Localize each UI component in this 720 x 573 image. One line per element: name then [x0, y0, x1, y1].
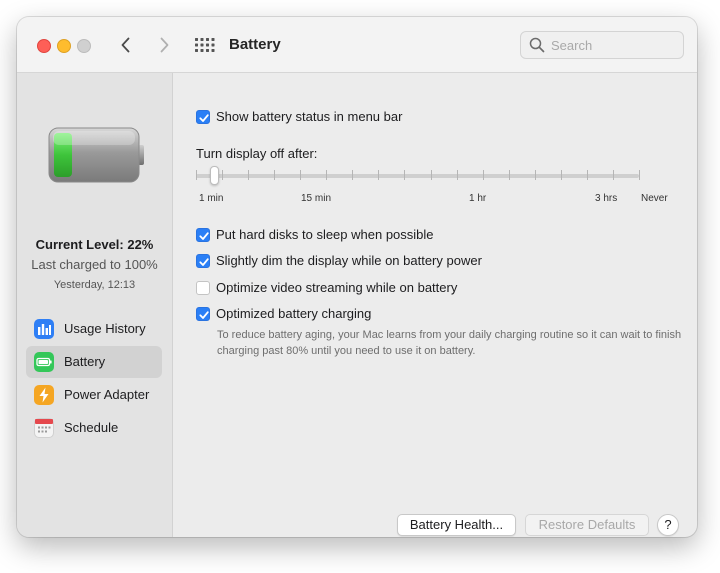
slider-tick [560, 170, 562, 180]
restore-defaults-button[interactable]: Restore Defaults [525, 514, 649, 536]
zoom-button[interactable] [77, 39, 91, 53]
slider-tick [534, 170, 536, 180]
slider-tick [612, 170, 614, 180]
checkmark-icon [199, 114, 209, 122]
tick-label-1-min: 1 min [199, 193, 224, 204]
dim-display-checkbox[interactable] [196, 254, 210, 268]
slider-tick [430, 170, 432, 180]
slider-tick [222, 170, 224, 180]
battery-icon [34, 352, 54, 372]
slider-tick [196, 170, 197, 180]
checkbox-label: Show battery status in menu bar [216, 109, 403, 124]
search-input[interactable] [551, 36, 675, 54]
slider-tick [482, 170, 484, 180]
slider-tick [300, 170, 302, 180]
slider-tick [248, 170, 250, 180]
sidebar-item-label: Battery [64, 354, 106, 369]
sidebar: Current Level: 22% Last charged to 100% … [17, 73, 173, 537]
lightning-bolt-icon [34, 385, 54, 405]
slider-tick [352, 170, 354, 180]
display-off-label: Turn display off after: [196, 146, 318, 161]
search-icon [529, 37, 545, 53]
chevron-left-icon [121, 37, 130, 53]
hard-disks-sleep-checkbox[interactable] [196, 228, 210, 242]
title-bar: Battery [17, 17, 697, 73]
minimize-button[interactable] [57, 39, 71, 53]
tick-label-1-hr: 1 hr [469, 193, 487, 204]
sidebar-item-label: Usage History [64, 321, 146, 336]
sidebar-item-label: Power Adapter [64, 387, 150, 402]
show-battery-status-checkbox[interactable] [196, 110, 210, 124]
checkbox-label: Optimize video streaming while on batter… [216, 280, 458, 295]
slider-tick [639, 170, 640, 180]
slider-tick [378, 170, 380, 180]
last-charged-time: Yesterday, 12:13 [53, 279, 136, 291]
checkmark-icon [199, 311, 209, 319]
battery-health-button[interactable]: Battery Health... [397, 514, 516, 536]
tick-label-15-min: 15 min [301, 193, 332, 204]
tick-label-never: Never [641, 193, 668, 204]
chevron-right-icon [160, 37, 169, 53]
optimized-charging-description: To reduce battery aging, your Mac learns… [217, 329, 682, 357]
optimized-charging-checkbox[interactable] [196, 307, 210, 321]
help-button[interactable]: ? [657, 514, 679, 536]
slider-tick [326, 170, 328, 180]
back-button[interactable] [116, 35, 136, 55]
sidebar-item-schedule[interactable]: Schedule [26, 412, 162, 444]
last-charged: Last charged to 100% [31, 257, 158, 272]
current-level: Current Level: 22% [35, 237, 154, 252]
slider-tick [586, 170, 588, 180]
sidebar-item-battery[interactable]: Battery [26, 346, 162, 378]
slider-thumb[interactable] [210, 166, 219, 185]
sidebar-item-power-adapter[interactable]: Power Adapter [26, 379, 162, 411]
battery-level-icon [48, 127, 144, 183]
close-button[interactable] [37, 39, 51, 53]
tick-label-3-hrs: 3 hrs [595, 193, 618, 204]
display-off-slider[interactable] [196, 174, 639, 178]
forward-button[interactable] [154, 35, 174, 55]
sidebar-item-usage-history[interactable]: Usage History [26, 313, 162, 345]
show-all-grid-icon[interactable] [195, 38, 215, 52]
preferences-window: Battery Search Current Level: 22% Last c… [17, 17, 697, 537]
slider-tick [404, 170, 406, 180]
sidebar-item-label: Schedule [64, 420, 119, 435]
slider-tick [274, 170, 276, 180]
chart-bars-icon [34, 319, 54, 339]
checkbox-label: Put hard disks to sleep when possible [216, 227, 434, 242]
battery-settings-panel: Show battery status in menu bar Turn dis… [173, 73, 697, 537]
checkbox-label: Optimized battery charging [216, 306, 372, 321]
checkmark-icon [199, 232, 209, 240]
slider-tick [508, 170, 510, 180]
slider-tick [456, 170, 458, 180]
calendar-icon [34, 418, 54, 438]
search-field[interactable] [520, 31, 684, 59]
window-title: Battery [229, 36, 281, 53]
checkmark-icon [199, 258, 209, 266]
optimize-video-streaming-checkbox[interactable] [196, 281, 210, 295]
checkbox-label: Slightly dim the display while on batter… [216, 253, 482, 268]
